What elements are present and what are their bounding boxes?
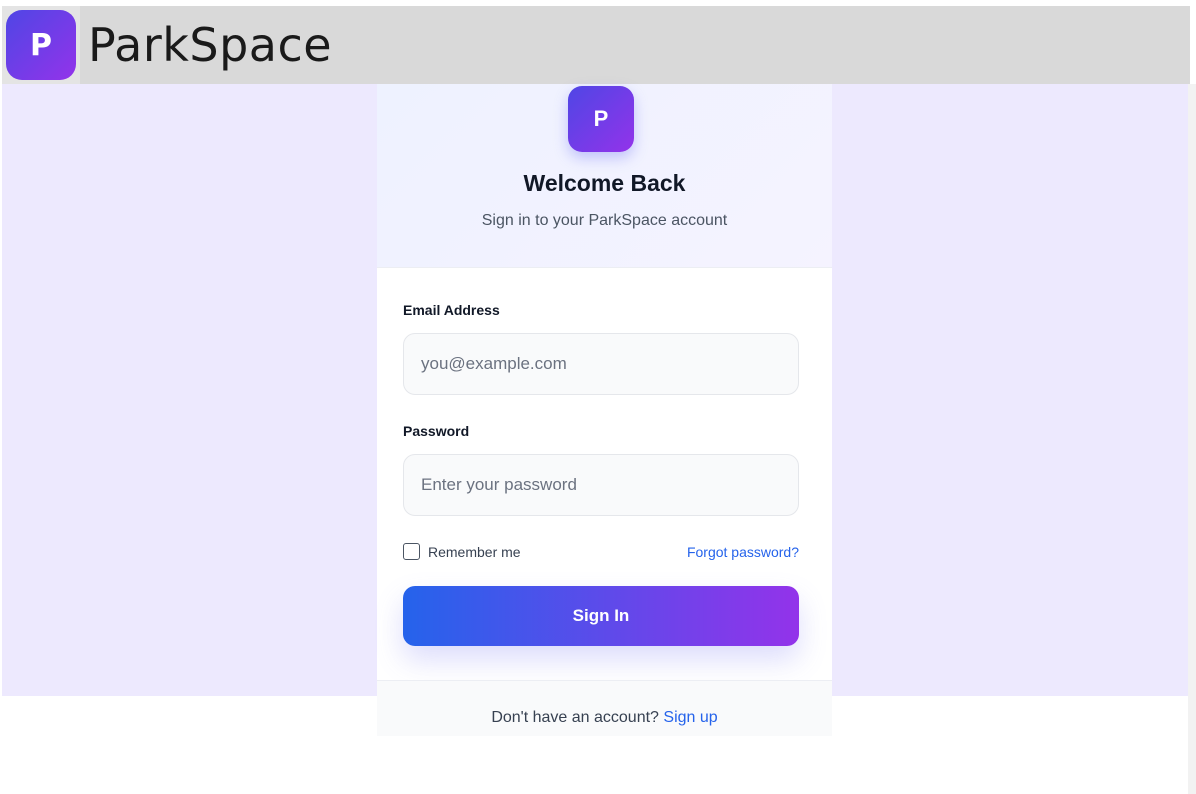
app-name: ParkSpace xyxy=(88,18,333,72)
remember-me[interactable]: Remember me xyxy=(403,543,521,560)
remember-forgot-row: Remember me Forgot password? xyxy=(403,543,799,560)
password-label: Password xyxy=(403,423,470,439)
card-footer: Don't have an account? Sign up xyxy=(377,680,832,736)
email-label: Email Address xyxy=(403,302,500,318)
signup-prompt: Don't have an account? xyxy=(491,709,664,726)
card-logo-icon: P xyxy=(568,86,634,152)
sign-in-button[interactable]: Sign In xyxy=(403,586,799,646)
card-header: P Welcome Back Sign in to your ParkSpace… xyxy=(377,84,832,268)
login-form: Email Address Password Remember me Forgo… xyxy=(403,302,799,646)
remember-me-checkbox[interactable] xyxy=(403,543,420,560)
login-card: P Welcome Back Sign in to your ParkSpace… xyxy=(377,84,832,736)
app-logo-container: P xyxy=(2,6,80,84)
password-field[interactable] xyxy=(403,454,799,516)
window-edge xyxy=(1188,84,1196,794)
email-field[interactable] xyxy=(403,333,799,395)
remember-me-label: Remember me xyxy=(428,543,521,560)
card-subtitle: Sign in to your ParkSpace account xyxy=(481,212,728,229)
forgot-password-link[interactable]: Forgot password? xyxy=(687,544,799,560)
card-title: Welcome Back xyxy=(523,170,686,196)
app-header: P ParkSpace xyxy=(2,6,1190,84)
sign-up-link[interactable]: Sign up xyxy=(663,709,717,726)
app-logo-icon: P xyxy=(6,10,76,80)
